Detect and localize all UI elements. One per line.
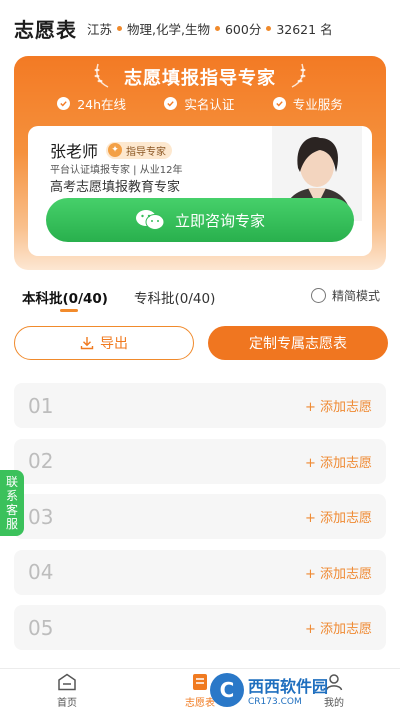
watermark-text: 西西软件园 CR173.COM [248, 673, 328, 707]
subjects-text: 物理,化学,生物 [127, 21, 210, 37]
nav-home[interactable]: 首页 [37, 673, 97, 709]
form-icon [193, 674, 207, 690]
slot-number: 04 [28, 560, 54, 584]
add-volunteer-button[interactable]: + 添加志愿 [305, 507, 372, 526]
expert-badge: ✦ 指导专家 [106, 141, 173, 159]
separator-dot [214, 25, 220, 31]
slot-number: 03 [28, 504, 54, 529]
volunteer-slot: 05 + 添加志愿 [14, 605, 386, 650]
expert-subtitle: 平台认证填报专家 | 从业12年 [50, 165, 183, 176]
check-icon [164, 97, 178, 110]
feature-label: 实名认证 [184, 97, 235, 112]
download-icon [80, 337, 94, 350]
simple-mode-toggle[interactable]: 精简模式 [310, 287, 380, 304]
page-title: 志愿表 [14, 17, 77, 42]
medal-icon: ✦ [108, 143, 123, 157]
batch-tabs: 本科批(0/40) 专科批(0/40) 精简模式 [22, 285, 382, 319]
laurel-icon [291, 63, 306, 88]
consult-label: 立即咨询专家 [174, 211, 265, 230]
candidate-info[interactable]: 江苏 物理,化学,生物 600分 32621 名 [87, 19, 333, 38]
customer-service-tab[interactable]: 联系客服 [0, 470, 24, 536]
radio-icon [310, 288, 326, 303]
expert-banner: 志愿填报指导专家 24h在线 实名认证 专业服务 张老师 ✦ 指导专家 平台认证… [14, 56, 386, 270]
watermark-main: 西西软件园 [248, 677, 329, 696]
feature-item: 专业服务 [272, 94, 343, 113]
slot-number: 05 [28, 615, 54, 640]
expert-description: 高考志愿填报教育专家 [50, 180, 181, 195]
expert-name: 张老师 [50, 142, 99, 161]
volunteer-slot: 02 + 添加志愿 [14, 438, 386, 484]
score-text: 600分 [224, 21, 262, 37]
active-tab-indicator [60, 309, 78, 312]
watermark-logo: C [210, 673, 244, 707]
slot-number: 02 [28, 449, 54, 473]
volunteer-list: 01 + 添加志愿 02 + 添加志愿 03 + 添加志愿 04 + 添加志愿 … [14, 383, 386, 661]
feature-label: 专业服务 [292, 97, 343, 112]
home-icon [58, 673, 76, 691]
feature-list: 24h在线 实名认证 专业服务 [14, 94, 386, 113]
wechat-icon [135, 210, 165, 230]
export-label: 导出 [100, 336, 128, 352]
separator-dot [266, 25, 272, 31]
add-volunteer-button[interactable]: + 添加志愿 [305, 563, 372, 582]
nav-label: 首页 [57, 698, 77, 709]
tab-undergraduate[interactable]: 本科批(0/40) [22, 287, 108, 307]
volunteer-slot: 04 + 添加志愿 [14, 549, 386, 595]
feature-label: 24h在线 [77, 97, 127, 112]
feature-item: 实名认证 [164, 94, 234, 113]
add-volunteer-button[interactable]: + 添加志愿 [305, 452, 372, 471]
banner-title: 志愿填报指导专家 [124, 68, 276, 89]
top-header: 志愿表 江苏 物理,化学,生物 600分 32621 名 [0, 0, 400, 56]
badge-label: 指导专家 [126, 146, 167, 158]
feature-item: 24h在线 [57, 94, 126, 113]
add-volunteer-button[interactable]: + 添加志愿 [305, 618, 372, 637]
simple-mode-label: 精简模式 [331, 289, 380, 303]
slot-number: 01 [28, 393, 54, 418]
consult-expert-button[interactable]: 立即咨询专家 [46, 198, 354, 242]
rank-text: 32621 名 [276, 21, 333, 37]
custom-form-button[interactable]: 定制专属志愿表 [208, 326, 388, 360]
export-button[interactable]: 导出 [14, 326, 194, 360]
check-icon [272, 97, 286, 110]
check-icon [57, 97, 71, 110]
watermark-sub: CR173.COM [248, 697, 302, 707]
volunteer-slot: 01 + 添加志愿 [14, 383, 386, 428]
add-volunteer-button[interactable]: + 添加志愿 [305, 396, 372, 415]
volunteer-slot: 03 + 添加志愿 [14, 494, 386, 539]
site-watermark: C 西西软件园 CR173.COM [210, 672, 390, 708]
tab-junior-college[interactable]: 专科批(0/40) [134, 287, 215, 307]
expert-card[interactable]: 张老师 ✦ 指导专家 平台认证填报专家 | 从业12年 高考志愿填报教育专家 立… [28, 126, 372, 256]
separator-dot [117, 25, 123, 31]
expert-name-row: 张老师 ✦ 指导专家 [50, 138, 173, 162]
province-text: 江苏 [87, 21, 113, 37]
